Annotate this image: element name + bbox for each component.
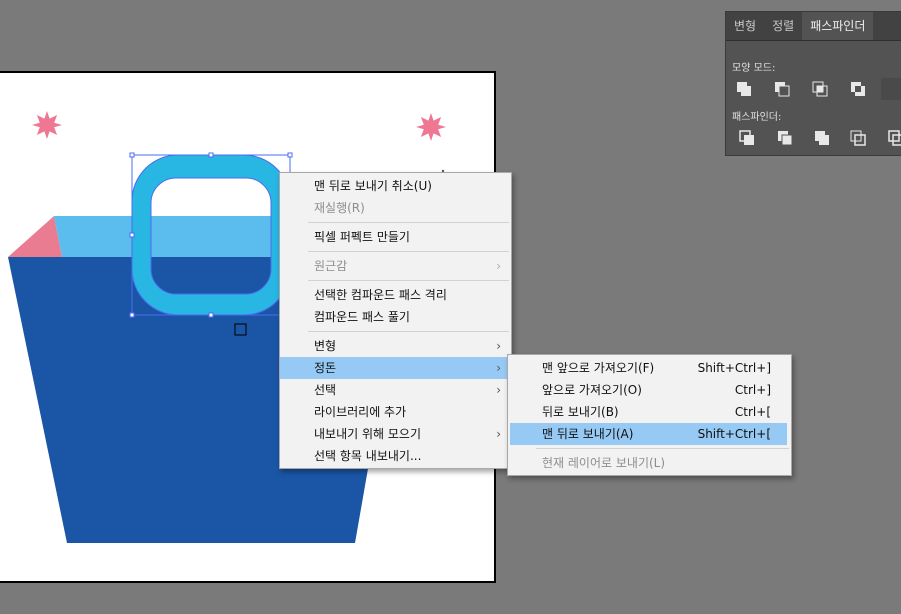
pathfinder-panel: 변형 정렬 패스파인더 모양 모드: 패스파인더: <box>725 11 901 156</box>
menu-item-send-backward[interactable]: 뒤로 보내기(B) Ctrl+[ <box>508 401 791 423</box>
panel-tabs: 변형 정렬 패스파인더 <box>726 12 901 41</box>
submenu-arrow-icon: › <box>496 427 501 441</box>
shape-modes-label: 모양 모드: <box>732 63 776 74</box>
arrange-submenu: 맨 앞으로 가져오기(F) Shift+Ctrl+] 앞으로 가져오기(O) Ctr… <box>507 354 792 476</box>
menu-item-isolate-compound-path[interactable]: 선택한 컴파운드 패스 격리 <box>280 284 511 306</box>
shortcut-label: Ctrl+[ <box>734 405 771 419</box>
minus-front-icon[interactable] <box>772 79 792 99</box>
shortcut-label: Ctrl+] <box>734 383 771 397</box>
outline-icon[interactable] <box>886 128 901 148</box>
menu-separator <box>308 280 509 281</box>
context-menu: 맨 뒤로 보내기 취소(U) 재실행(R) 픽셀 퍼펙트 만들기 원근감 › 선택… <box>279 172 512 469</box>
submenu-arrow-icon: › <box>496 361 501 375</box>
menu-item-bring-to-front[interactable]: 맨 앞으로 가져오기(F) Shift+Ctrl+] <box>508 357 791 379</box>
menu-item-release-compound-path[interactable]: 컴파운드 패스 풀기 <box>280 306 511 328</box>
intersect-icon[interactable] <box>810 79 830 99</box>
menu-item-bring-forward[interactable]: 앞으로 가져오기(O) Ctrl+] <box>508 379 791 401</box>
submenu-arrow-icon: › <box>496 339 501 353</box>
bag-flap[interactable] <box>8 216 62 257</box>
menu-item-collect-for-export[interactable]: 내보내기 위해 모으기 › <box>280 423 511 445</box>
menu-item-add-to-library[interactable]: 라이브러리에 추가 <box>280 401 511 423</box>
expand-button[interactable] <box>881 78 901 100</box>
menu-item-make-pixel-perfect[interactable]: 픽셀 퍼펙트 만들기 <box>280 226 511 248</box>
menu-item-arrange[interactable]: 정돈 › <box>280 357 511 379</box>
tab-align[interactable]: 정렬 <box>764 12 802 40</box>
menu-item-transform[interactable]: 변형 › <box>280 335 511 357</box>
pink-star-right[interactable] <box>416 113 446 141</box>
unite-icon[interactable] <box>734 79 754 99</box>
menu-item-send-to-current-layer: 현재 레이어로 보내기(L) <box>542 456 666 470</box>
menu-separator <box>308 222 509 223</box>
menu-item-perspective: 원근감 › <box>280 255 511 277</box>
menu-separator <box>536 448 789 449</box>
shortcut-label: Shift+Ctrl+[ <box>697 427 771 441</box>
menu-separator <box>308 331 509 332</box>
tab-pathfinder[interactable]: 패스파인더 <box>802 12 874 40</box>
submenu-arrow-icon: › <box>496 259 501 273</box>
menu-item-export-selection[interactable]: 선택 항목 내보내기... <box>280 445 511 467</box>
menu-item-select[interactable]: 선택 › <box>280 379 511 401</box>
menu-item-send-to-back[interactable]: 맨 뒤로 보내기(A) Shift+Ctrl+[ <box>510 423 787 445</box>
trim-icon[interactable] <box>775 128 795 148</box>
menu-item-redo: 재실행(R) <box>314 201 365 215</box>
menu-separator <box>308 251 509 252</box>
pathfinders-label: 패스파인더: <box>732 112 782 123</box>
submenu-arrow-icon: › <box>496 383 501 397</box>
pink-star-left[interactable] <box>32 111 62 139</box>
divide-icon[interactable] <box>737 128 757 148</box>
merge-icon[interactable] <box>812 128 832 148</box>
crop-icon[interactable] <box>848 128 868 148</box>
exclude-icon[interactable] <box>848 79 868 99</box>
shortcut-label: Shift+Ctrl+] <box>697 361 771 375</box>
menu-item-undo-send-to-back[interactable]: 맨 뒤로 보내기 취소(U) <box>280 175 511 197</box>
tab-transform[interactable]: 변형 <box>726 12 764 40</box>
